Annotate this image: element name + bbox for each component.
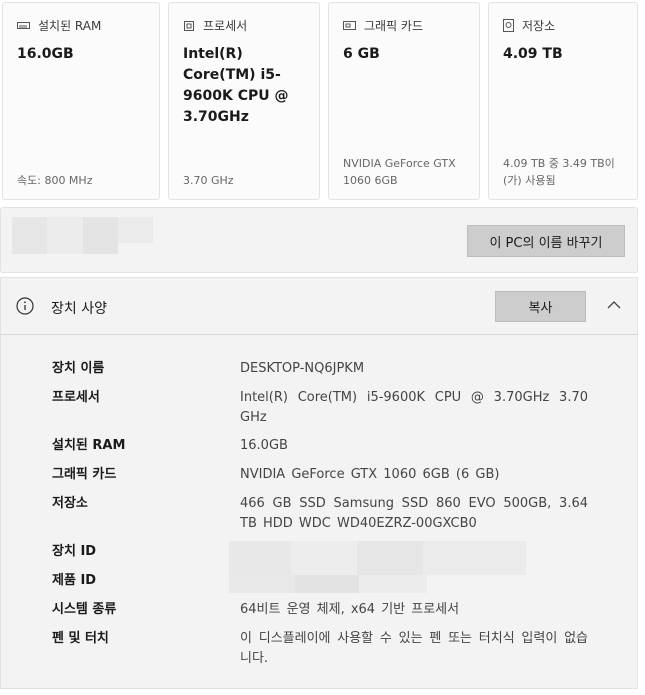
processor-card: 프로세서 Intel(R) Core(TM) i5-9600K CPU @ 3.… <box>168 2 320 200</box>
storage-icon <box>503 19 514 32</box>
ram-icon <box>17 22 30 29</box>
graphics-value: 6 GB <box>343 46 380 62</box>
storage-value: 4.09 TB <box>503 46 563 62</box>
section-title: 장치 사양 <box>51 301 107 317</box>
card-title: 저장소 <box>522 19 556 33</box>
spec-label: 프로세서 <box>52 390 100 405</box>
info-icon <box>16 297 34 315</box>
graphics-card-icon <box>343 21 356 30</box>
spec-value[interactable]: 64비트 운영 체제, x64 기반 프로세서 <box>240 600 588 620</box>
spec-label: 저장소 <box>52 496 88 511</box>
spec-label: 그래픽 카드 <box>52 467 117 482</box>
processor-icon <box>184 20 194 31</box>
chevron-up-icon[interactable] <box>607 300 621 309</box>
rename-pc-button[interactable]: 이 PC의 이름 바꾸기 <box>467 225 625 257</box>
processor-speed: 3.70 GHz <box>183 174 234 187</box>
spec-label: 장치 ID <box>52 544 97 559</box>
divider <box>0 688 638 689</box>
storage-usage: 4.09 TB 중 3.49 TB이(가) 사용됨 <box>503 157 615 187</box>
spec-value[interactable]: 16.0GB <box>240 436 588 456</box>
storage-card: 저장소 4.09 TB 4.09 TB 중 3.49 TB이(가) 사용됨 <box>488 2 638 200</box>
graphics-card: 그래픽 카드 6 GB NVIDIA GeForce GTX 1060 6GB <box>328 2 480 200</box>
about-settings-page: 설치된 RAM 16.0GB 속도: 800 MHz 프로세서 Intel(R)… <box>0 0 645 695</box>
spec-label: 장치 이름 <box>52 361 105 376</box>
spec-label: 시스템 종류 <box>52 602 117 617</box>
processor-value: Intel(R) Core(TM) i5-9600K CPU @ 3.70GHz <box>183 46 289 125</box>
card-title: 그래픽 카드 <box>364 19 424 33</box>
spec-label: 설치된 RAM <box>52 438 126 453</box>
rename-bar: 이 PC의 이름 바꾸기 <box>0 207 638 273</box>
spec-value[interactable]: DESKTOP-NQ6JPKM <box>240 359 588 379</box>
spec-value[interactable]: 466 GB SSD Samsung SSD 860 EVO 500GB, 3.… <box>240 494 588 534</box>
ram-value: 16.0GB <box>17 46 74 62</box>
spec-label: 제품 ID <box>52 573 97 588</box>
card-title: 설치된 RAM <box>38 19 102 33</box>
graphics-model: NVIDIA GeForce GTX 1060 6GB <box>343 157 456 187</box>
device-spec-header[interactable]: 장치 사양 복사 <box>0 277 638 335</box>
spec-value[interactable]: NVIDIA GeForce GTX 1060 6GB (6 GB) <box>240 465 588 485</box>
spec-value[interactable]: Intel(R) Core(TM) i5-9600K CPU @ 3.70GHz… <box>240 388 588 428</box>
copy-button[interactable]: 복사 <box>495 291 586 322</box>
ram-speed: 속도: 800 MHz <box>17 174 93 187</box>
spec-value[interactable]: 이 디스플레이에 사용할 수 있는 펜 또는 터치식 입력이 없습니다. <box>240 629 588 669</box>
spec-label: 펜 및 터치 <box>52 631 109 646</box>
card-title: 프로세서 <box>203 19 248 33</box>
ram-card: 설치된 RAM 16.0GB 속도: 800 MHz <box>2 2 160 200</box>
